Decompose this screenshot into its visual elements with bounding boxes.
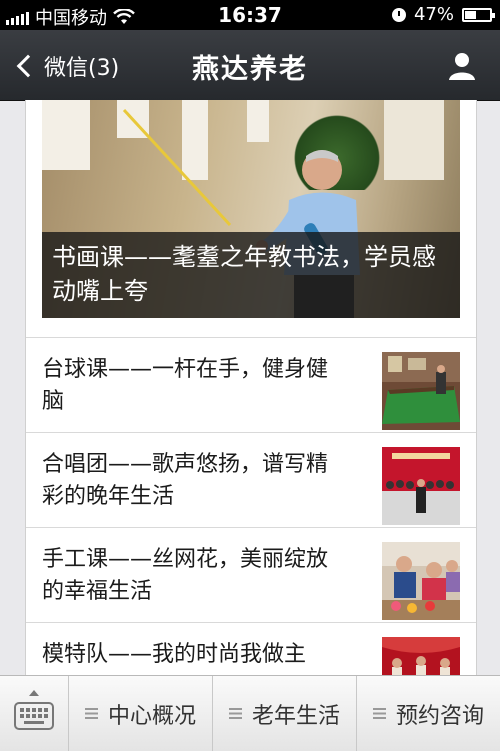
menu-tab-center-overview[interactable]: 中心概况 bbox=[69, 676, 213, 751]
list-item[interactable]: 模特队——我的时尚我做主 bbox=[26, 622, 476, 675]
list-item[interactable]: 手工课——丝网花，美丽绽放的幸福生活 bbox=[26, 527, 476, 623]
alarm-clock-icon bbox=[391, 7, 406, 22]
keyboard-toggle-button[interactable] bbox=[0, 676, 69, 751]
list-item-title: 模特队——我的时尚我做主 bbox=[42, 642, 307, 667]
menu-lines-icon bbox=[372, 708, 386, 719]
status-right: 47% bbox=[391, 4, 495, 25]
battery-fill bbox=[465, 10, 476, 19]
menu-tab-label: 老年生活 bbox=[251, 703, 340, 729]
hero-article[interactable]: 书画课——耄耋之年教书法，学员感动嘴上夸 bbox=[42, 100, 460, 318]
article-card: 书画课——耄耋之年教书法，学员感动嘴上夸 台球课——一杆在手，健身健脑 合唱团—… bbox=[25, 100, 477, 675]
status-bar: 中国移动 16:37 47% bbox=[0, 0, 500, 30]
menu-tab-senior-life[interactable]: 老年生活 bbox=[213, 676, 357, 751]
menu-lines-icon bbox=[84, 708, 98, 719]
list-item[interactable]: 台球课——一杆在手，健身健脑 bbox=[26, 337, 476, 433]
list-item-thumbnail-crafts bbox=[382, 542, 460, 620]
list-item-thumbnail-models bbox=[382, 637, 460, 675]
menu-tab-label: 预约咨询 bbox=[395, 703, 484, 729]
page-title: 燕达养老 bbox=[192, 54, 308, 85]
battery-icon bbox=[462, 7, 495, 22]
keyboard-icon bbox=[14, 702, 54, 730]
menu-tab-label: 中心概况 bbox=[107, 703, 196, 729]
list-item[interactable]: 合唱团——歌声悠扬，谱写精彩的晚年生活 bbox=[26, 432, 476, 528]
profile-icon[interactable] bbox=[446, 50, 478, 82]
battery-percent: 47% bbox=[413, 4, 454, 25]
nav-bar: 微信(3) 燕达养老 bbox=[0, 30, 500, 101]
menu-lines-icon bbox=[228, 708, 242, 719]
menu-tab-booking[interactable]: 预约咨询 bbox=[357, 676, 500, 751]
chevron-up-icon bbox=[29, 690, 39, 696]
bottom-menu-bar: 中心概况 老年生活 预约咨询 bbox=[0, 675, 500, 751]
list-item-title: 合唱团——歌声悠扬，谱写精彩的晚年生活 bbox=[42, 452, 329, 509]
list-item-thumbnail-choir bbox=[382, 447, 460, 525]
hero-caption: 书画课——耄耋之年教书法，学员感动嘴上夸 bbox=[42, 232, 460, 318]
list-item-title: 台球课——一杆在手，健身健脑 bbox=[42, 357, 329, 414]
list-item-title: 手工课——丝网花，美丽绽放的幸福生活 bbox=[42, 547, 329, 604]
list-item-thumbnail-billiards bbox=[382, 352, 460, 430]
